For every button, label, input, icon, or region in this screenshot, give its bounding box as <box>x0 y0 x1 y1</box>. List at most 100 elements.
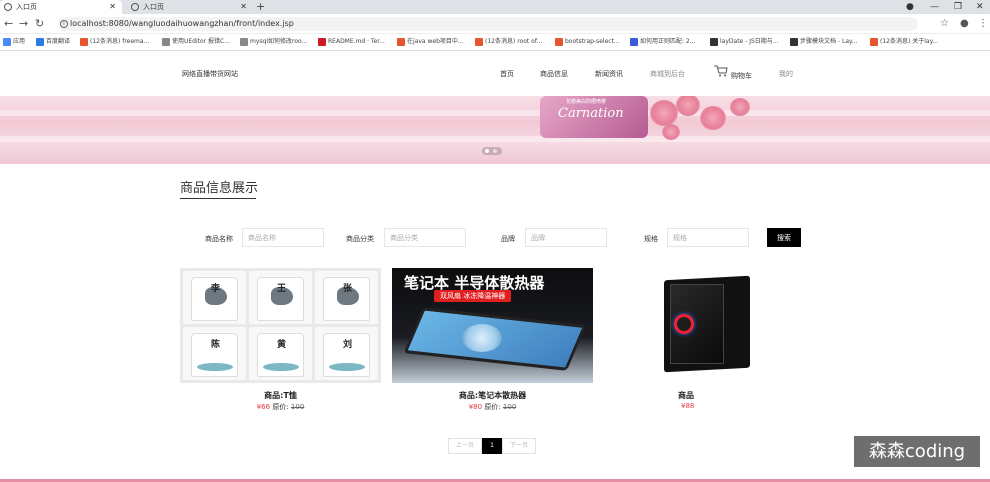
prev-page-button[interactable]: 上一页 <box>448 438 482 454</box>
product-price: ¥88 <box>604 402 805 410</box>
banner-brand: Carnation <box>558 106 624 121</box>
nav-home[interactable]: 首页 <box>500 69 514 79</box>
bookmark-icon <box>630 38 638 46</box>
product-card[interactable]: 商品 ¥88 <box>604 268 805 418</box>
browser-tab-bar: 入口页 ✕ 入口页 ✕ + ● — ❐ ✕ <box>0 0 990 14</box>
bookmark-item[interactable]: 在java web项目中... <box>397 37 464 47</box>
bookmark-icon <box>80 38 88 46</box>
info-icon[interactable]: i <box>60 20 68 28</box>
product-image-tshirt[interactable]: 李 王 张 陈 黄 刘 <box>180 268 381 383</box>
wave-print <box>197 363 233 371</box>
new-tab-button[interactable]: + <box>256 0 265 13</box>
star-icon[interactable]: ☆ <box>940 17 949 31</box>
rose-image <box>700 106 726 130</box>
bookmark-icon <box>318 38 326 46</box>
carousel-indicator[interactable] <box>482 147 502 155</box>
profile-icon[interactable]: ● <box>906 0 914 14</box>
globe-icon <box>4 3 12 11</box>
search-label-spec: 规格 <box>644 235 658 243</box>
bookmark-item[interactable]: 使用UEditor 报错C... <box>162 37 230 47</box>
bookmark-icon <box>397 38 405 46</box>
window-close-button[interactable]: ✕ <box>976 0 984 14</box>
bookmark-item[interactable]: layDate - JS日期与... <box>710 37 779 47</box>
carousel-dot[interactable] <box>493 149 497 153</box>
search-input-category[interactable] <box>384 228 466 247</box>
nav-cart[interactable]: 购物车 <box>731 71 752 81</box>
price-original-label: 原价: <box>272 403 289 411</box>
price-original-label: 原价: <box>484 403 501 411</box>
product-name[interactable]: 商品:笔记本散热器 <box>392 390 593 401</box>
bookmark-item[interactable]: 应用 <box>3 37 25 47</box>
close-icon[interactable]: ✕ <box>109 0 116 14</box>
tshirt-tile: 张 <box>315 271 378 324</box>
site-name[interactable]: 网络直播带货网站 <box>182 69 238 79</box>
url-field[interactable]: i localhost:8080/wangluodaihuowangzhan/f… <box>58 17 918 31</box>
cooler-fan-shape <box>462 324 502 352</box>
rose-image <box>730 98 750 116</box>
forward-icon[interactable]: → <box>19 17 28 31</box>
search-input-name[interactable] <box>242 228 324 247</box>
close-icon[interactable]: ✕ <box>240 0 247 14</box>
bookmark-icon <box>870 38 878 46</box>
carousel-dot-active[interactable] <box>485 149 489 153</box>
watermark: 森森coding <box>854 436 980 467</box>
bookmark-item[interactable]: mysql如何修改roo... <box>240 37 307 47</box>
product-name[interactable]: 商品:T恤 <box>180 390 381 401</box>
product-image-pc-case[interactable] <box>604 268 805 383</box>
bookmark-icon <box>555 38 563 46</box>
next-page-button[interactable]: 下一页 <box>502 438 536 454</box>
banner-streak <box>0 136 990 142</box>
menu-icon[interactable]: ⋮ <box>978 17 988 31</box>
bookmarks-bar: 应用 百度翻译 (12条消息) freema... 使用UEditor 报错C.… <box>0 34 990 51</box>
bookmark-item[interactable]: (12条消息) freema... <box>80 37 149 47</box>
tshirt-tile: 李 <box>183 271 246 324</box>
bookmark-item[interactable]: 百度翻译 <box>36 37 70 47</box>
wave-print <box>329 363 365 371</box>
bookmark-item[interactable]: 如何用正则匹配: 2... <box>630 37 695 47</box>
search-label-name: 商品名称 <box>205 235 233 243</box>
banner-streak <box>0 110 990 116</box>
tshirt-char: 黄 <box>277 340 287 350</box>
tshirt-tile: 刘 <box>315 327 378 380</box>
tshirt-tile: 陈 <box>183 327 246 380</box>
bookmark-item[interactable]: (12条消息) root of... <box>475 37 542 47</box>
maximize-button[interactable]: ❐ <box>954 0 962 14</box>
nav-products[interactable]: 商品信息 <box>540 69 568 79</box>
tshirt-tile: 王 <box>249 271 312 324</box>
cooler-subline: 双风扇 冰冻降温神器 <box>434 290 512 302</box>
rose-image <box>650 100 678 126</box>
product-card[interactable]: 李 王 张 陈 黄 刘 商品:T恤 ¥66 原价: 100 <box>180 268 381 418</box>
bookmark-item[interactable]: 步骤模块文档 - Lay... <box>790 37 857 47</box>
bookmark-item[interactable]: (12条消息) 关于lay... <box>870 37 938 47</box>
search-input-brand[interactable] <box>525 228 607 247</box>
bookmark-item[interactable]: bootstrap-select... <box>555 37 620 47</box>
back-icon[interactable]: ← <box>4 17 13 31</box>
tshirt-char: 王 <box>277 284 287 294</box>
nav-news[interactable]: 新闻资讯 <box>595 69 623 79</box>
cart-icon[interactable] <box>714 65 728 77</box>
account-icon[interactable]: ● <box>960 17 969 31</box>
minimize-button[interactable]: — <box>930 0 939 14</box>
bookmark-icon <box>36 38 44 46</box>
browser-tab-active[interactable]: 入口页 ✕ <box>0 0 122 14</box>
nav-admin[interactable]: 商城到后台 <box>650 69 685 79</box>
browser-tab[interactable]: 入口页 ✕ <box>127 0 253 14</box>
product-card[interactable]: 笔记本 半导体散热器 双风扇 冰冻降温神器 商品:笔记本散热器 ¥80 原价: … <box>392 268 593 418</box>
search-input-spec[interactable] <box>667 228 749 247</box>
product-price: ¥66 原价: 100 <box>180 402 381 412</box>
reload-icon[interactable]: ↻ <box>35 17 44 31</box>
search-button[interactable]: 搜索 <box>767 228 801 247</box>
banner-carousel[interactable]: 花瓣美白防晒喷雾 Carnation <box>0 96 990 164</box>
globe-icon <box>131 3 139 11</box>
product-name[interactable]: 商品 <box>604 390 805 401</box>
search-label-brand: 品牌 <box>501 235 515 243</box>
price-current: ¥88 <box>681 402 695 410</box>
banner-product: 花瓣美白防晒喷雾 Carnation <box>540 96 648 138</box>
product-image-cooler[interactable]: 笔记本 半导体散热器 双风扇 冰冻降温神器 <box>392 268 593 383</box>
bookmark-item[interactable]: README.md · Ter... <box>318 37 385 47</box>
nav-mine[interactable]: 我的 <box>779 69 793 79</box>
pagination: 上一页 1 下一页 <box>448 438 536 454</box>
page-number-current[interactable]: 1 <box>482 438 502 454</box>
tab-title: 入口页 <box>16 3 37 11</box>
site-header: 网络直播带货网站 首页 商品信息 新闻资讯 商城到后台 购物车 我的 <box>0 52 990 96</box>
